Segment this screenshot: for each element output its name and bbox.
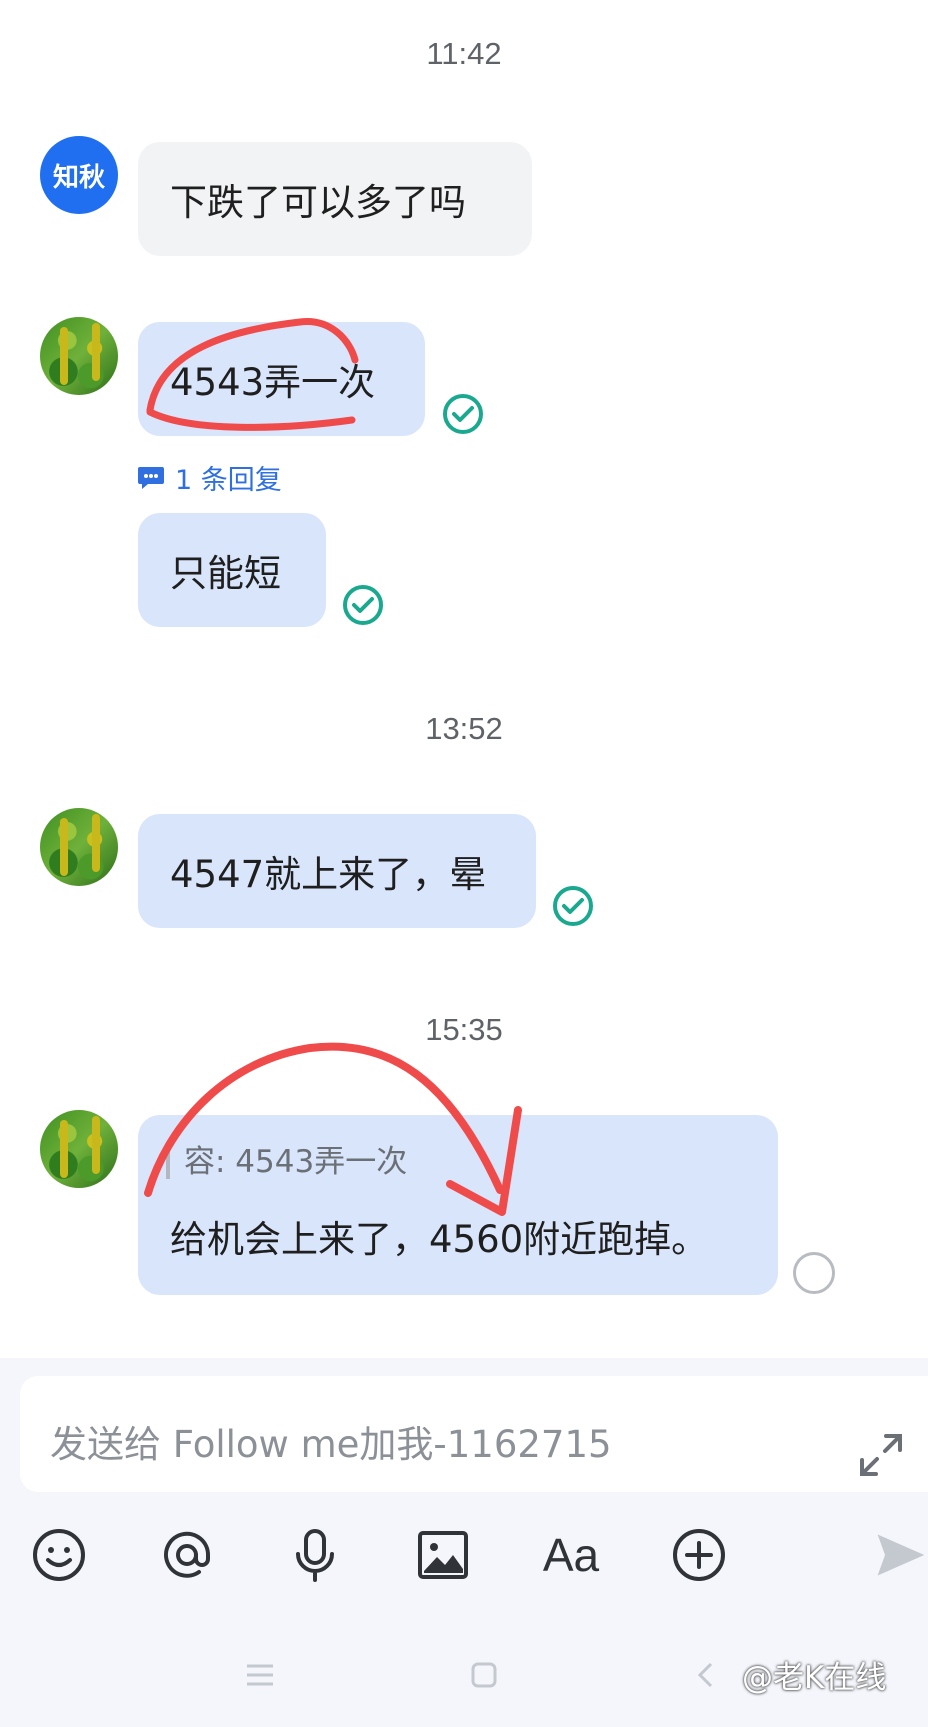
- quoted-message[interactable]: 容: 4543弄一次: [166, 1145, 407, 1179]
- avatar-text: 知秋: [52, 162, 105, 193]
- my-avatar[interactable]: [40, 317, 118, 395]
- contact-avatar[interactable]: 知秋: [40, 136, 118, 214]
- home-nav-icon[interactable]: [464, 1650, 504, 1700]
- pending-status-icon: [793, 1252, 835, 1294]
- timestamp: 13:52: [425, 711, 503, 746]
- comment-icon: [138, 466, 164, 489]
- expand-icon[interactable]: [858, 1432, 904, 1478]
- message-text: 4543弄一次: [170, 361, 376, 404]
- message-text: 只能短: [170, 552, 281, 595]
- back-nav-icon[interactable]: [690, 1650, 720, 1700]
- message-bubble-sent[interactable]: 只能短: [138, 513, 326, 627]
- image-icon[interactable]: [413, 1525, 473, 1585]
- text-format-icon[interactable]: Aa: [541, 1525, 601, 1585]
- message-input[interactable]: 发送给 Follow me加我-1162715: [20, 1376, 928, 1492]
- watermark: @老K在线: [742, 1660, 887, 1696]
- chat-history[interactable]: 11:42 知秋 下跌了可以多了吗 4543弄一次 1 条回复 只能短 13:5…: [0, 0, 928, 1358]
- send-icon[interactable]: [872, 1525, 928, 1585]
- message-bubble-sent[interactable]: 4543弄一次: [138, 322, 425, 436]
- message-bubble-sent[interactable]: 给机会上来了，4560附近跑掉。: [138, 1115, 778, 1295]
- message-bubble-received[interactable]: 下跌了可以多了吗: [138, 142, 532, 256]
- read-check-icon: [343, 585, 383, 625]
- reply-count: 1 条回复: [175, 465, 282, 496]
- text-format-label: Aa: [542, 1529, 600, 1581]
- thread-reply-link[interactable]: 1 条回复: [137, 458, 282, 497]
- input-placeholder: 发送给 Follow me加我-1162715: [50, 1423, 612, 1466]
- my-avatar[interactable]: [40, 808, 118, 886]
- mention-icon[interactable]: [157, 1525, 217, 1585]
- timestamp: 11:42: [426, 36, 502, 71]
- read-check-icon: [443, 394, 483, 434]
- message-bubble-sent[interactable]: 4547就上来了，晕: [138, 814, 536, 928]
- mic-icon[interactable]: [285, 1525, 345, 1585]
- read-check-icon: [553, 886, 593, 926]
- my-avatar[interactable]: [40, 1110, 118, 1188]
- menu-nav-icon[interactable]: [240, 1650, 280, 1700]
- timestamp: 15:35: [425, 1012, 503, 1047]
- message-text: 下跌了可以多了吗: [170, 181, 466, 224]
- message-text: 给机会上来了，4560附近跑掉。: [170, 1218, 709, 1261]
- message-text: 4547就上来了，晕: [170, 853, 487, 896]
- plus-icon[interactable]: [669, 1525, 729, 1585]
- emoji-icon[interactable]: [29, 1525, 89, 1585]
